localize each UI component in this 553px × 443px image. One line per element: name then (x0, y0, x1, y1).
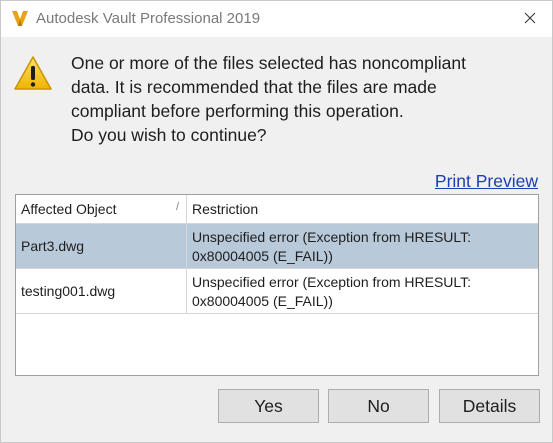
table-header: Affected Object / Restriction (16, 195, 538, 224)
affected-objects-table: Affected Object / Restriction Part3.dwg … (15, 194, 539, 376)
message-line: Do you wish to continue? (71, 125, 267, 145)
window-title: Autodesk Vault Professional 2019 (36, 10, 261, 27)
table-row[interactable]: testing001.dwg Unspecified error (Except… (16, 269, 538, 314)
affected-object-cell: Part3.dwg (16, 224, 187, 268)
message-line: One or more of the files selected has no… (71, 53, 466, 73)
message-line: data. It is recommended that the files a… (71, 77, 437, 97)
close-button[interactable] (508, 1, 552, 35)
message-line: compliant before performing this operati… (71, 101, 404, 121)
table-row[interactable]: Part3.dwg Unspecified error (Exception f… (16, 224, 538, 269)
column-header-affected-object[interactable]: Affected Object / (16, 195, 187, 223)
affected-object-cell: testing001.dwg (16, 269, 187, 313)
print-preview-link[interactable]: Print Preview (435, 171, 538, 192)
restriction-cell: Unspecified error (Exception from HRESUL… (192, 274, 472, 309)
autodesk-vault-icon (12, 11, 28, 26)
column-header-label: Restriction (192, 201, 259, 217)
no-button[interactable]: No (328, 389, 429, 423)
column-header-label: Affected Object (21, 201, 117, 217)
column-header-restriction[interactable]: Restriction (187, 195, 538, 223)
dialog-window: Autodesk Vault Professional 2019 One or … (0, 0, 553, 443)
warning-message: One or more of the files selected has no… (71, 51, 541, 147)
restriction-cell: Unspecified error (Exception from HRESUL… (192, 229, 472, 264)
title-bar: Autodesk Vault Professional 2019 (1, 1, 552, 37)
close-icon (524, 12, 536, 24)
details-button[interactable]: Details (439, 389, 540, 423)
warning-icon (14, 56, 52, 90)
yes-button[interactable]: Yes (218, 389, 319, 423)
sort-indicator-icon: / (175, 201, 179, 213)
dialog-body: One or more of the files selected has no… (1, 37, 552, 442)
